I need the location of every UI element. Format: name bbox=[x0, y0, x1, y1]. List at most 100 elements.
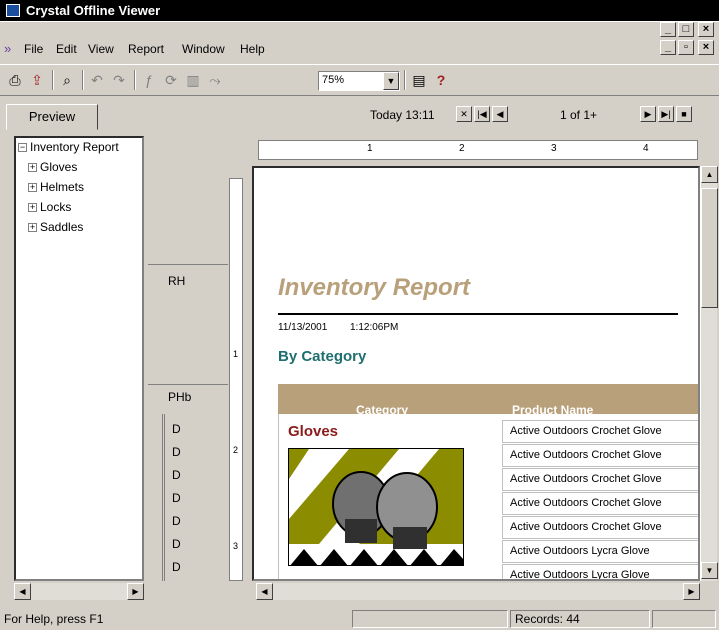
tree-item-gloves[interactable]: + Gloves bbox=[28, 160, 77, 174]
table-row: Active Outdoors Crochet Glove bbox=[502, 492, 698, 515]
section-detail: D bbox=[172, 537, 181, 551]
table-row: Active Outdoors Lycra Glove bbox=[502, 540, 698, 563]
ruler-mark: 2 bbox=[459, 143, 465, 154]
scroll-thumb[interactable] bbox=[701, 188, 718, 308]
toolbar: ⎙ ⇪ ⌕ ↶ ↷ ƒ ⟳ ▥ ⤳ 75% ▼ ▤ ? bbox=[0, 64, 719, 96]
horizontal-ruler: 1 2 3 4 bbox=[258, 140, 698, 160]
group-tree: − Inventory Report + Gloves + Helmets + Lock… bbox=[14, 136, 144, 581]
tree-root[interactable]: − Inventory Report bbox=[18, 140, 119, 154]
report-date: 11/13/2001 bbox=[278, 322, 328, 333]
tree-item-label: Locks bbox=[40, 200, 72, 214]
status-help-text: For Help, press F1 bbox=[4, 612, 104, 626]
group-name: Gloves bbox=[288, 423, 339, 440]
tree-root-label: Inventory Report bbox=[30, 140, 119, 154]
column-header-product: Product Name bbox=[512, 403, 594, 417]
zoom-select[interactable]: 75% ▼ bbox=[318, 71, 400, 91]
help-icon[interactable]: ? bbox=[432, 71, 450, 89]
ruler-mark: 2 bbox=[233, 445, 239, 455]
menu-edit[interactable]: Edit bbox=[56, 42, 77, 56]
zoom-value: 75% bbox=[322, 74, 345, 86]
maximize-button[interactable]: □ bbox=[678, 22, 694, 37]
menu-help[interactable]: Help bbox=[240, 42, 265, 56]
expand-icon[interactable]: + bbox=[28, 183, 37, 193]
redo-icon[interactable]: ↷ bbox=[110, 71, 128, 89]
section-detail: D bbox=[172, 445, 181, 459]
status-bar: For Help, press F1 Records: 44 bbox=[0, 608, 719, 630]
close-button[interactable]: × bbox=[698, 22, 714, 37]
tree-item-label: Helmets bbox=[40, 180, 85, 194]
collapse-icon[interactable]: − bbox=[18, 143, 27, 153]
tree-item-saddles[interactable]: + Saddles bbox=[28, 220, 83, 234]
undo-icon[interactable]: ↶ bbox=[88, 71, 106, 89]
export-icon[interactable]: ⇪ bbox=[28, 71, 46, 89]
last-page-button[interactable]: ▶| bbox=[658, 106, 674, 122]
page-indicator: 1 of 1+ bbox=[560, 108, 598, 122]
tree-item-label: Gloves bbox=[40, 160, 78, 174]
tree-item-helmets[interactable]: + Helmets bbox=[28, 180, 84, 194]
section-detail: D bbox=[172, 560, 181, 574]
report-page: Inventory Report 11/13/2001 1:12:06PM By… bbox=[252, 166, 700, 581]
scroll-down-icon[interactable]: ▼ bbox=[701, 562, 718, 579]
menu-window[interactable]: Window bbox=[182, 42, 225, 56]
menu-report[interactable]: Report bbox=[128, 42, 164, 56]
stop-loading-button[interactable]: ■ bbox=[676, 106, 692, 122]
tree-horizontal-scrollbar[interactable]: ◀ ▶ bbox=[14, 583, 144, 600]
section-detail: D bbox=[172, 491, 181, 505]
section-rh: RH bbox=[168, 274, 186, 288]
section-detail: D bbox=[172, 422, 181, 436]
next-page-button[interactable]: ▶ bbox=[640, 106, 656, 122]
formula-icon[interactable]: ƒ bbox=[140, 71, 158, 89]
expand-icon[interactable]: + bbox=[28, 223, 37, 233]
ruler-mark: 3 bbox=[551, 143, 557, 154]
scroll-left-icon[interactable]: ◀ bbox=[14, 583, 31, 600]
doc-minimize-button[interactable]: _ bbox=[660, 40, 676, 55]
menu-bar: » File Edit View Report Window Help _ ▫ … bbox=[0, 36, 719, 62]
report-horizontal-scrollbar[interactable]: ◀ ▶ bbox=[256, 583, 700, 600]
expand-icon[interactable]: + bbox=[28, 163, 37, 173]
report-vertical-scrollbar[interactable]: ▲ ▼ bbox=[700, 166, 718, 581]
menu-view[interactable]: View bbox=[88, 42, 114, 56]
ruler-mark: 1 bbox=[367, 143, 373, 154]
status-cell bbox=[652, 610, 716, 628]
doc-restore-button[interactable]: ▫ bbox=[678, 40, 694, 55]
expand-icon[interactable]: + bbox=[28, 203, 37, 213]
section-detail: D bbox=[172, 468, 181, 482]
divider bbox=[278, 313, 678, 315]
status-records: Records: 44 bbox=[510, 610, 650, 628]
tab-bar: Preview Today 13:11 ✕ |◀ ◀ 1 of 1+ ▶ ▶| … bbox=[0, 100, 719, 130]
scroll-left-icon[interactable]: ◀ bbox=[256, 583, 273, 600]
menu-file[interactable]: File bbox=[24, 42, 43, 56]
menu-icon[interactable]: » bbox=[4, 41, 11, 56]
header-band bbox=[278, 384, 698, 414]
tree-item-locks[interactable]: + Locks bbox=[28, 200, 71, 214]
doc-close-button[interactable]: × bbox=[698, 40, 714, 55]
gloves-image bbox=[288, 448, 464, 566]
prev-page-button[interactable]: ◀ bbox=[492, 106, 508, 122]
section-phb: PHb bbox=[168, 390, 192, 404]
report-subtitle: By Category bbox=[278, 348, 367, 365]
table-row: Active Outdoors Crochet Glove bbox=[502, 468, 698, 491]
report-time: 1:12:06PM bbox=[350, 322, 399, 333]
drill-icon[interactable]: ⤳ bbox=[206, 71, 224, 89]
tab-preview[interactable]: Preview bbox=[6, 104, 98, 130]
refresh-icon[interactable]: ⟳ bbox=[162, 71, 180, 89]
search-icon[interactable]: ⌕ bbox=[58, 71, 76, 89]
title-bar: Crystal Offline Viewer bbox=[0, 0, 719, 22]
group-tree-toggle-icon[interactable]: ▤ bbox=[410, 71, 428, 89]
scroll-up-icon[interactable]: ▲ bbox=[701, 166, 718, 183]
ruler-mark: 4 bbox=[643, 143, 649, 154]
chart-icon[interactable]: ▥ bbox=[184, 71, 202, 89]
tree-item-label: Saddles bbox=[40, 220, 84, 234]
chevron-down-icon[interactable]: ▼ bbox=[383, 72, 399, 90]
scroll-right-icon[interactable]: ▶ bbox=[683, 583, 700, 600]
app-icon bbox=[6, 4, 20, 17]
vertical-ruler: 1 2 3 bbox=[229, 178, 243, 581]
table-row: Active Outdoors Crochet Glove bbox=[502, 516, 698, 539]
scroll-right-icon[interactable]: ▶ bbox=[127, 583, 144, 600]
table-row: Active Outdoors Lycra Glove bbox=[502, 564, 698, 579]
print-icon[interactable]: ⎙ bbox=[6, 71, 24, 89]
stop-button[interactable]: ✕ bbox=[456, 106, 472, 122]
first-page-button[interactable]: |◀ bbox=[474, 106, 490, 122]
minimize-button[interactable]: _ bbox=[660, 22, 676, 37]
ruler-mark: 3 bbox=[233, 541, 239, 551]
